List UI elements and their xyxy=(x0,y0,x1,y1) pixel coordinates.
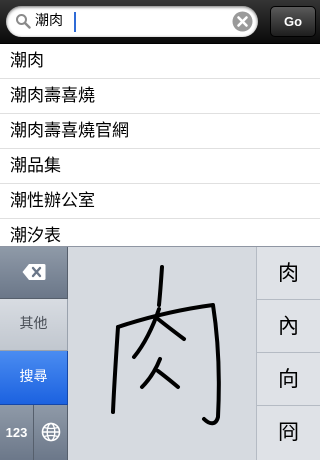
numbers-key[interactable]: 123 xyxy=(0,405,34,460)
handwriting-keyboard: 其他 搜尋 123 肉 內 向 冏 xyxy=(0,246,320,460)
handwritten-character xyxy=(111,265,221,426)
magnifier-icon xyxy=(16,14,31,29)
other-key[interactable]: 其他 xyxy=(0,299,68,351)
suggestion-item[interactable]: 潮肉壽喜燒 xyxy=(0,79,320,114)
backspace-icon xyxy=(22,264,46,280)
suggestion-list: 潮肉 潮肉壽喜燒 潮肉壽喜燒官網 潮品集 潮性辦公室 潮汐表 xyxy=(0,44,320,246)
suggestion-item[interactable]: 潮汐表 xyxy=(0,219,320,246)
screen: 潮肉 Go 潮肉 潮肉壽喜燒 潮肉壽喜燒官網 潮品集 潮性辦公室 潮汐表 其他 xyxy=(0,0,320,460)
globe-icon xyxy=(41,422,61,442)
delete-key[interactable] xyxy=(0,247,68,299)
suggestion-item[interactable]: 潮肉壽喜燒官網 xyxy=(0,114,320,149)
go-button[interactable]: Go xyxy=(270,6,316,37)
candidate-item[interactable]: 內 xyxy=(257,300,320,353)
candidate-item[interactable]: 肉 xyxy=(257,247,320,300)
candidate-item[interactable]: 向 xyxy=(257,353,320,406)
candidate-item[interactable]: 冏 xyxy=(257,406,320,459)
text-cursor xyxy=(74,12,76,32)
suggestion-item[interactable]: 潮肉 xyxy=(0,44,320,79)
search-key[interactable]: 搜尋 xyxy=(0,351,68,405)
search-query-text: 潮肉 xyxy=(35,13,63,29)
handwriting-pad[interactable] xyxy=(68,247,256,460)
suggestion-item[interactable]: 潮品集 xyxy=(0,149,320,184)
clear-x-icon[interactable] xyxy=(232,11,253,32)
search-bar: 潮肉 Go xyxy=(0,0,320,44)
globe-key[interactable] xyxy=(34,405,68,460)
suggestion-item[interactable]: 潮性辦公室 xyxy=(0,184,320,219)
search-input[interactable]: 潮肉 xyxy=(6,6,258,37)
candidate-list: 肉 內 向 冏 xyxy=(256,247,320,460)
